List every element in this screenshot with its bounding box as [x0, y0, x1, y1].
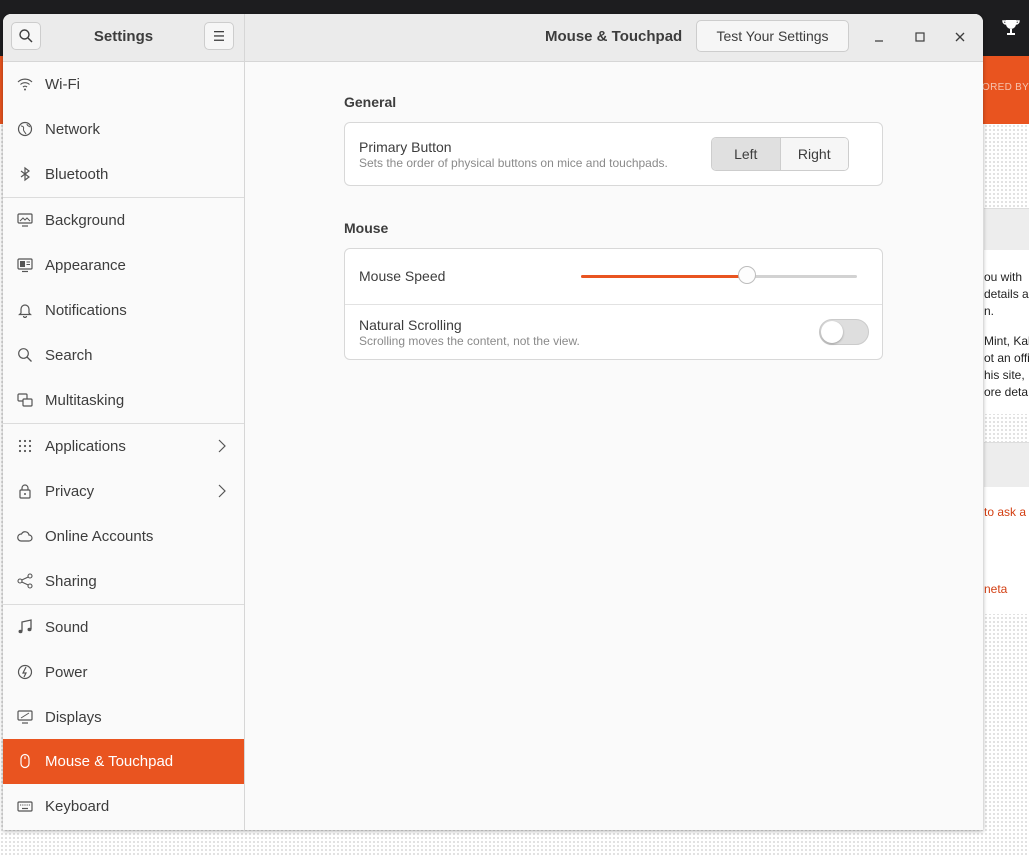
close-icon — [955, 32, 965, 42]
sidebar-item-multitasking[interactable]: Multitasking — [3, 378, 244, 423]
sidebar-item-search[interactable]: Search — [3, 333, 244, 378]
sidebar-item-label: Power — [45, 664, 88, 681]
sidebar-item-label: Search — [45, 347, 93, 364]
sidebar-item-keyboard[interactable]: Keyboard — [3, 784, 244, 829]
bell-icon — [18, 304, 32, 318]
sidebar-item-label: Applications — [45, 438, 126, 455]
bg-text-line: his site, — [984, 368, 1025, 382]
sidebar-item-appearance[interactable]: Appearance — [3, 243, 244, 288]
sidebar-item-label: Online Accounts — [45, 528, 154, 545]
chevron-right-icon — [218, 484, 226, 498]
settings-window: Settings Mouse & Touchpad Test Your Sett… — [3, 14, 983, 830]
display-icon — [17, 710, 33, 724]
bg-card-header — [984, 208, 1029, 251]
sidebar-item-label: Mouse & Touchpad — [45, 753, 174, 770]
keyboard-icon — [17, 801, 33, 812]
sidebar-item-label: Notifications — [45, 302, 127, 319]
page-title: Mouse & Touchpad — [545, 28, 683, 45]
mouse-icon — [20, 753, 30, 769]
sidebar-item-label: Displays — [45, 709, 102, 726]
menu-button[interactable] — [204, 22, 234, 50]
section-heading-mouse: Mouse — [344, 220, 389, 236]
minimize-button[interactable] — [868, 26, 890, 48]
bg-text-line: n. — [984, 304, 995, 318]
sponsor-text: ORED BY — [982, 82, 1029, 93]
primary-button-selector: Left Right — [711, 137, 849, 171]
sidebar-item-network[interactable]: Network — [3, 107, 244, 152]
sidebar-item-label: Wi-Fi — [45, 76, 80, 93]
sidebar-item-notifications[interactable]: Notifications — [3, 288, 244, 333]
sidebar-item-label: Multitasking — [45, 392, 125, 409]
globe-icon — [17, 121, 33, 137]
sidebar-item-wifi[interactable]: Wi-Fi — [3, 62, 244, 107]
mouse-speed-label: Mouse Speed — [359, 268, 446, 284]
primary-button-right[interactable]: Right — [780, 138, 848, 170]
section-heading-general: General — [344, 94, 397, 110]
trophy-icon — [1002, 20, 1020, 35]
sidebar-item-label: Background — [45, 212, 126, 229]
cloud-icon — [17, 531, 33, 542]
windows-icon — [17, 393, 33, 407]
mouse-speed-slider[interactable] — [581, 266, 857, 284]
hamburger-menu-icon — [214, 31, 224, 41]
primary-button-title: Primary Button — [359, 139, 452, 155]
sidebar-item-privacy[interactable]: Privacy — [3, 469, 244, 514]
primary-button-left[interactable]: Left — [712, 138, 780, 170]
sidebar-item-applications[interactable]: Applications — [3, 424, 244, 469]
bg-text-line: Mint, Kal — [984, 334, 1029, 348]
sidebar-item-bluetooth[interactable]: Bluetooth — [3, 152, 244, 197]
sidebar-item-sharing[interactable]: Sharing — [3, 559, 244, 604]
bg-card-header — [984, 442, 1029, 487]
general-frame: Primary Button Sets the order of physica… — [344, 122, 883, 186]
mouse-speed-slider-handle[interactable] — [737, 266, 756, 284]
switch-knob — [821, 321, 843, 343]
appearance-icon — [17, 258, 33, 273]
sidebar-item-label: Sharing — [45, 573, 97, 590]
natural-scrolling-title: Natural Scrolling — [359, 317, 462, 333]
sidebar: Wi-Fi Network Bluetooth Background Appea… — [3, 62, 245, 830]
mouse-speed-slider-fill — [581, 275, 747, 278]
sidebar-item-label: Sound — [45, 619, 89, 636]
sidebar-item-label: Bluetooth — [45, 166, 109, 183]
bluetooth-icon — [20, 166, 30, 182]
maximize-button[interactable] — [909, 26, 931, 48]
bg-text-line: ot an offi — [984, 351, 1029, 365]
natural-scrolling-switch[interactable] — [819, 319, 869, 345]
chevron-right-icon — [218, 439, 226, 453]
sidebar-item-online-accounts[interactable]: Online Accounts — [3, 514, 244, 559]
bg-text-line: ore deta — [984, 385, 1029, 399]
sidebar-item-label: Network — [45, 121, 101, 138]
mouse-frame: Mouse Speed Natural Scrolling Scrolling … — [344, 248, 883, 360]
sidebar-item-sound[interactable]: Sound — [3, 605, 244, 650]
sidebar-item-background[interactable]: Background — [3, 198, 244, 243]
monitor-image-icon — [17, 213, 33, 227]
test-your-settings-button[interactable]: Test Your Settings — [696, 20, 849, 52]
sidebar-item-power[interactable]: Power — [3, 650, 244, 695]
power-icon — [17, 664, 33, 680]
share-icon — [17, 573, 33, 589]
natural-scrolling-subtitle: Scrolling moves the content, not the vie… — [359, 334, 580, 348]
search-icon — [18, 348, 32, 362]
bg-text-line: ou with — [984, 270, 1023, 284]
sidebar-item-label: Keyboard — [45, 798, 110, 815]
minimize-icon — [875, 40, 883, 42]
bg-text-line: details a — [984, 287, 1029, 301]
grid-icon — [18, 439, 32, 453]
wifi-icon — [17, 78, 33, 91]
sidebar-item-label: Privacy — [45, 483, 95, 500]
header-bar: Mouse & Touchpad Test Your Settings — [245, 14, 983, 62]
music-note-icon — [18, 619, 32, 634]
row-divider — [345, 304, 882, 305]
sidebar-item-label: Appearance — [45, 257, 126, 274]
sidebar-item-mouse-touchpad[interactable]: Mouse & Touchpad — [3, 739, 244, 784]
lock-icon — [19, 484, 31, 499]
primary-button-subtitle: Sets the order of physical buttons on mi… — [359, 156, 668, 170]
bg-link[interactable]: neta — [984, 582, 1007, 596]
close-button[interactable] — [949, 26, 971, 48]
sidebar-item-displays[interactable]: Displays — [3, 695, 244, 740]
sidebar-header: Settings — [3, 14, 245, 62]
bg-link[interactable]: to ask a — [984, 505, 1026, 519]
maximize-icon — [915, 32, 925, 42]
